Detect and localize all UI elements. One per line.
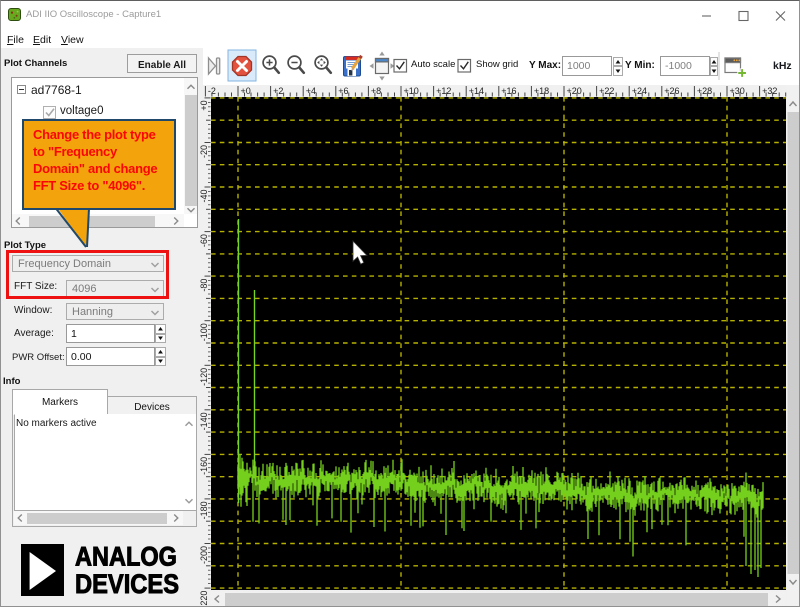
svg-text:+18: +18 <box>534 86 549 96</box>
svg-text:+28: +28 <box>697 86 712 96</box>
svg-text:-120: -120 <box>200 368 209 386</box>
svg-text:+30: +30 <box>730 86 745 96</box>
svg-text:+0: +0 <box>241 86 251 96</box>
svg-text:-80: -80 <box>200 279 209 292</box>
svg-text:+4: +4 <box>306 86 316 96</box>
svg-text:+2: +2 <box>273 86 283 96</box>
svg-text:DEVICES: DEVICES <box>75 569 179 596</box>
svg-text:+12: +12 <box>436 86 451 96</box>
svg-text:+20: +20 <box>567 86 582 96</box>
svg-text:+10: +10 <box>404 86 419 96</box>
svg-text:+6: +6 <box>338 86 348 96</box>
svg-text:+24: +24 <box>632 86 647 96</box>
svg-text:+8: +8 <box>371 86 381 96</box>
svg-text:-200: -200 <box>200 546 209 564</box>
svg-text:+16: +16 <box>501 86 516 96</box>
svg-text:+22: +22 <box>599 86 614 96</box>
svg-text:-40: -40 <box>200 190 209 203</box>
svg-text:-140: -140 <box>200 412 209 430</box>
svg-text:+14: +14 <box>469 86 484 96</box>
svg-text:-20: -20 <box>200 145 209 158</box>
svg-text:-160: -160 <box>200 457 209 475</box>
svg-text:-100: -100 <box>200 323 209 341</box>
svg-text:+26: +26 <box>664 86 679 96</box>
svg-text:+0: +0 <box>200 100 209 110</box>
svg-text:-60: -60 <box>200 234 209 247</box>
svg-text:+32: +32 <box>762 86 777 96</box>
svg-text:-180: -180 <box>200 501 209 519</box>
svg-text:-220: -220 <box>200 591 209 607</box>
svg-text:ANALOG: ANALOG <box>75 544 177 572</box>
